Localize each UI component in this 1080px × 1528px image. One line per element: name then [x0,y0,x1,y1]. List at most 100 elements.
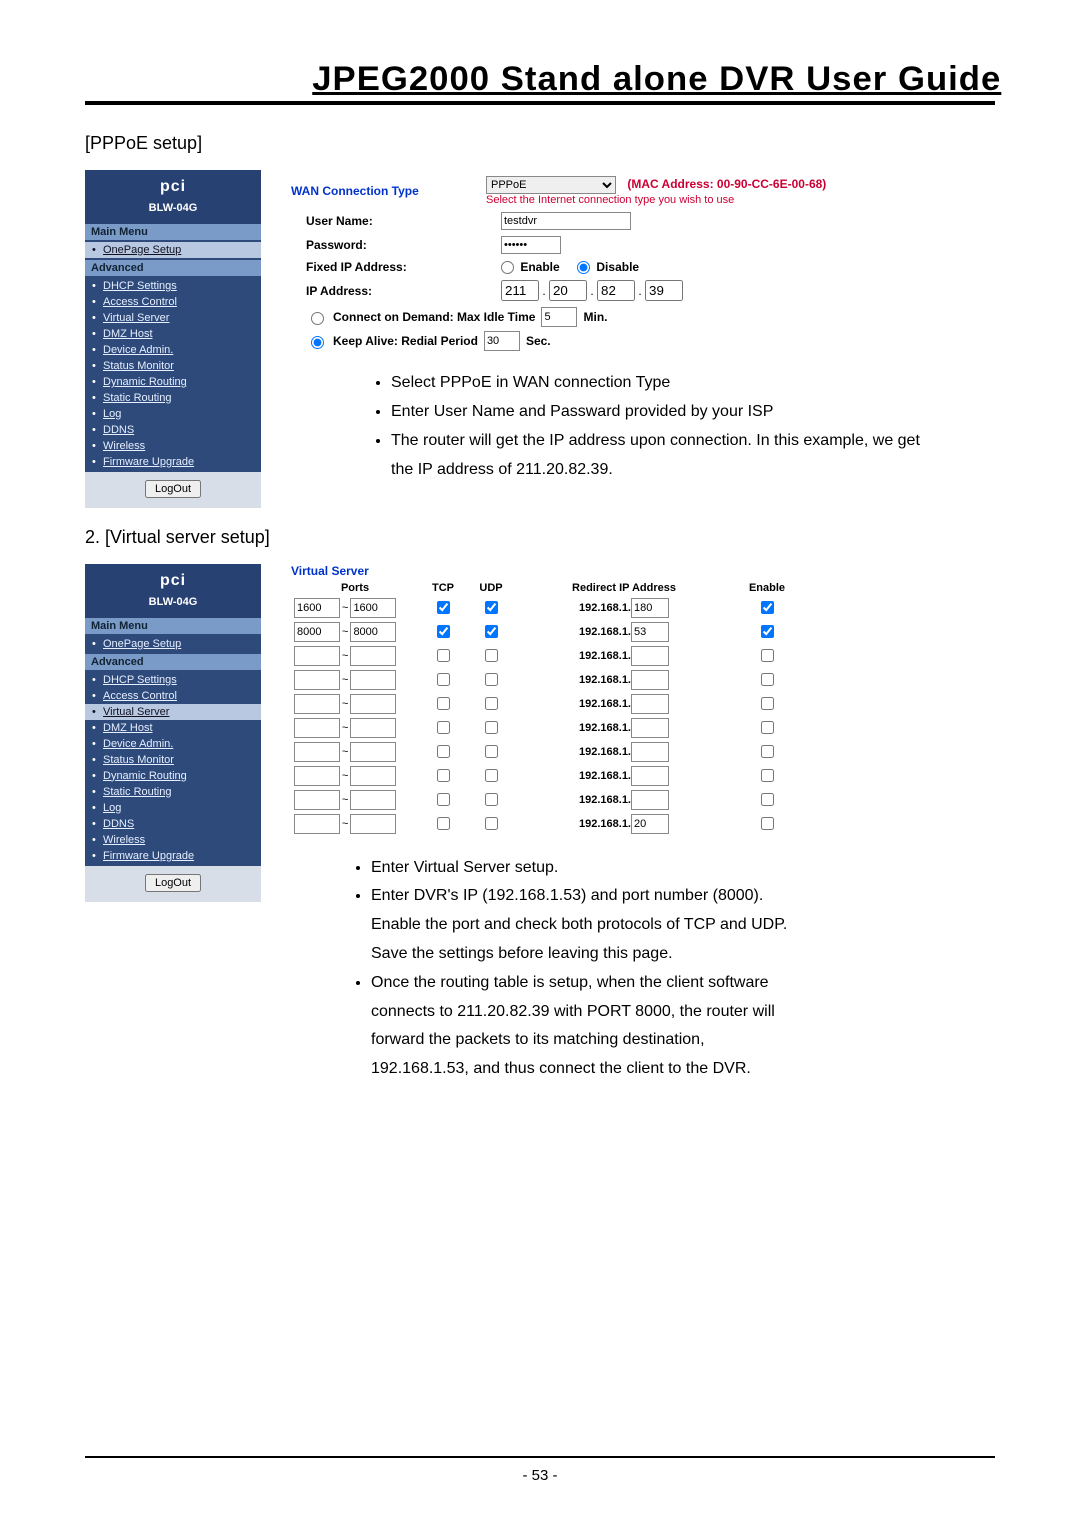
port-from-input[interactable] [294,790,340,810]
keep-alive-radio[interactable] [311,336,324,349]
sidebar-item[interactable]: Virtual Server [85,310,261,326]
redirect-ip-input[interactable] [631,766,669,786]
port-to-input[interactable] [350,718,396,738]
sidebar-item[interactable]: Status Monitor [85,752,261,768]
port-to-input[interactable] [350,598,396,618]
sidebar-link[interactable]: Virtual Server [103,706,169,718]
enable-checkbox[interactable] [761,625,774,638]
enable-checkbox[interactable] [761,817,774,830]
username-input[interactable] [501,212,631,230]
port-from-input[interactable] [294,694,340,714]
tcp-checkbox[interactable] [437,745,450,758]
redial-period-input[interactable] [484,331,520,351]
sidebar-item[interactable]: Device Admin. [85,736,261,752]
logout-button[interactable]: LogOut [145,480,201,498]
port-from-input[interactable] [294,598,340,618]
password-input[interactable] [501,236,561,254]
wan-type-select[interactable]: PPPoE [486,176,616,194]
udp-checkbox[interactable] [485,649,498,662]
sidebar-link[interactable]: Wireless [103,440,145,452]
sidebar-link[interactable]: DHCP Settings [103,674,177,686]
redirect-ip-input[interactable] [631,622,669,642]
sidebar-item[interactable]: Log [85,406,261,422]
enable-checkbox[interactable] [761,601,774,614]
port-to-input[interactable] [350,670,396,690]
sidebar-item[interactable]: DDNS [85,816,261,832]
sidebar-link[interactable]: Firmware Upgrade [103,850,194,862]
port-to-input[interactable] [350,694,396,714]
port-to-input[interactable] [350,790,396,810]
redirect-ip-input[interactable] [631,718,669,738]
port-from-input[interactable] [294,646,340,666]
tcp-checkbox[interactable] [437,625,450,638]
tcp-checkbox[interactable] [437,601,450,614]
sidebar-item[interactable]: OnePage Setup [85,636,261,652]
sidebar-link[interactable]: Device Admin. [103,738,173,750]
udp-checkbox[interactable] [485,793,498,806]
sidebar-item[interactable]: Firmware Upgrade [85,848,261,864]
tcp-checkbox[interactable] [437,793,450,806]
sidebar-item[interactable]: Static Routing [85,390,261,406]
sidebar-item[interactable]: DHCP Settings [85,672,261,688]
tcp-checkbox[interactable] [437,673,450,686]
sidebar-link[interactable]: DDNS [103,424,134,436]
sidebar-item[interactable]: DMZ Host [85,720,261,736]
port-to-input[interactable] [350,766,396,786]
enable-checkbox[interactable] [761,793,774,806]
sidebar-item[interactable]: DMZ Host [85,326,261,342]
port-from-input[interactable] [294,670,340,690]
sidebar-link[interactable]: OnePage Setup [103,244,181,256]
max-idle-input[interactable] [541,307,577,327]
udp-checkbox[interactable] [485,697,498,710]
sidebar-link[interactable]: Static Routing [103,786,171,798]
sidebar-item[interactable]: OnePage Setup [85,242,261,258]
redirect-ip-input[interactable] [631,598,669,618]
udp-checkbox[interactable] [485,625,498,638]
redirect-ip-input[interactable] [631,646,669,666]
connect-on-demand-radio[interactable] [311,312,324,325]
tcp-checkbox[interactable] [437,721,450,734]
sidebar-link[interactable]: Firmware Upgrade [103,456,194,468]
ip-octet-3[interactable] [597,280,635,301]
fixed-ip-disable-radio[interactable] [577,261,590,274]
redirect-ip-input[interactable] [631,814,669,834]
sidebar-link[interactable]: Status Monitor [103,360,174,372]
sidebar-link[interactable]: Log [103,802,121,814]
port-from-input[interactable] [294,622,340,642]
redirect-ip-input[interactable] [631,670,669,690]
udp-checkbox[interactable] [485,721,498,734]
tcp-checkbox[interactable] [437,769,450,782]
ip-octet-1[interactable] [501,280,539,301]
sidebar-item[interactable]: DHCP Settings [85,278,261,294]
sidebar-link[interactable]: Dynamic Routing [103,770,187,782]
sidebar-link[interactable]: Virtual Server [103,312,169,324]
sidebar-link[interactable]: Access Control [103,690,177,702]
enable-checkbox[interactable] [761,697,774,710]
tcp-checkbox[interactable] [437,697,450,710]
sidebar-link[interactable]: DMZ Host [103,328,153,340]
enable-checkbox[interactable] [761,649,774,662]
sidebar-link[interactable]: DHCP Settings [103,280,177,292]
port-to-input[interactable] [350,742,396,762]
ip-octet-2[interactable] [549,280,587,301]
sidebar-item[interactable]: Dynamic Routing [85,768,261,784]
sidebar-link[interactable]: Static Routing [103,392,171,404]
port-from-input[interactable] [294,718,340,738]
tcp-checkbox[interactable] [437,649,450,662]
logout-button[interactable]: LogOut [145,874,201,892]
port-to-input[interactable] [350,646,396,666]
sidebar-item[interactable]: Dynamic Routing [85,374,261,390]
sidebar-item[interactable]: Device Admin. [85,342,261,358]
port-from-input[interactable] [294,766,340,786]
sidebar-link[interactable]: DDNS [103,818,134,830]
udp-checkbox[interactable] [485,769,498,782]
udp-checkbox[interactable] [485,673,498,686]
redirect-ip-input[interactable] [631,742,669,762]
port-from-input[interactable] [294,742,340,762]
enable-checkbox[interactable] [761,745,774,758]
tcp-checkbox[interactable] [437,817,450,830]
sidebar-item[interactable]: Log [85,800,261,816]
enable-checkbox[interactable] [761,769,774,782]
sidebar-item[interactable]: Virtual Server [85,704,261,720]
port-to-input[interactable] [350,622,396,642]
